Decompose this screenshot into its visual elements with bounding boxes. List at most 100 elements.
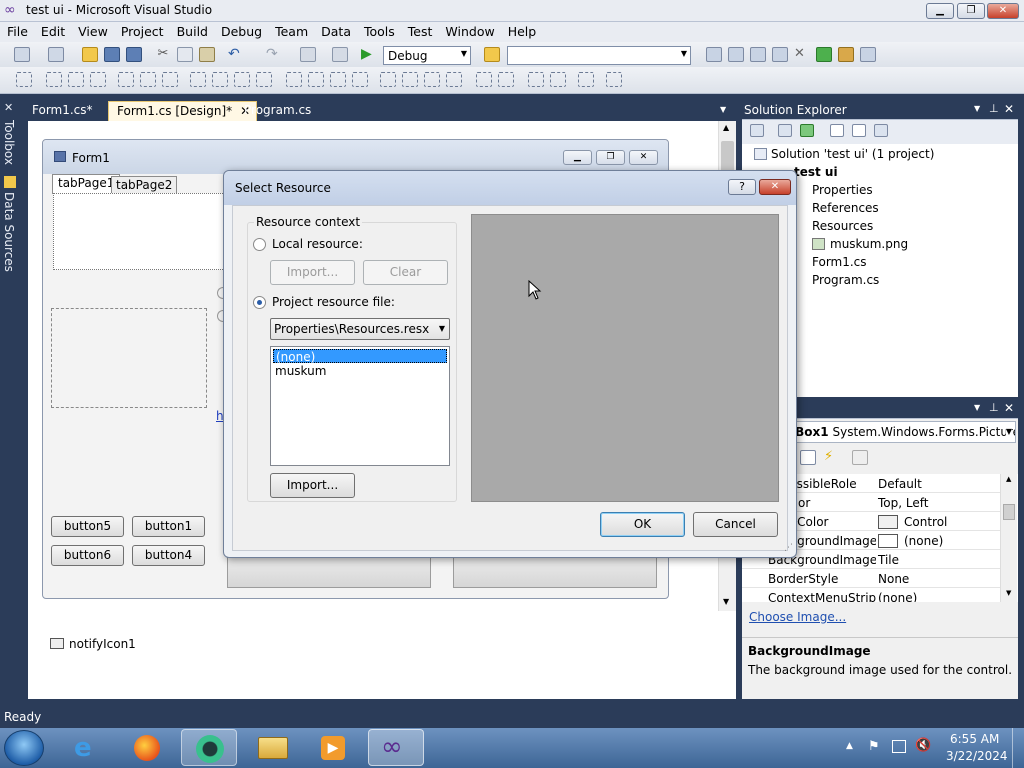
form-close-button[interactable]: ✕ (629, 150, 658, 165)
group-panel-2[interactable] (453, 556, 657, 588)
solution-config-select[interactable]: Debug ▼ (383, 46, 471, 65)
v-spacing-remove-icon[interactable] (446, 72, 462, 87)
minimize-button[interactable]: ▁ (926, 3, 954, 19)
cut-icon[interactable]: ✂ (155, 47, 171, 62)
v-spacing-increase-icon[interactable] (402, 72, 418, 87)
notify-icon-component[interactable]: notifyIcon1 (69, 637, 136, 651)
alphabetical-icon[interactable] (800, 450, 816, 465)
v-spacing-decrease-icon[interactable] (424, 72, 440, 87)
show-hidden-icons-icon[interactable]: ▲ (846, 741, 853, 751)
tab-program[interactable]: Program.cs (236, 101, 319, 121)
tree-item-references[interactable]: References (812, 201, 879, 215)
align-centers-icon[interactable] (68, 72, 84, 87)
center-vertically-icon[interactable] (498, 72, 514, 87)
property-pages-icon[interactable] (852, 450, 868, 465)
paste-icon[interactable] (199, 47, 215, 62)
button1[interactable]: button1 (132, 516, 205, 537)
copy-icon[interactable] (177, 47, 193, 62)
form-minimize-button[interactable]: ▁ (563, 150, 592, 165)
picture-box[interactable] (51, 308, 207, 408)
project-resource-radio[interactable] (253, 296, 266, 309)
dialog-help-button[interactable]: ? (728, 179, 756, 195)
scroll-up-icon[interactable]: ▲ (1006, 475, 1011, 483)
auto-hide-pin-icon[interactable]: ⊥ (989, 401, 999, 414)
save-icon[interactable] (104, 47, 120, 62)
start-button[interactable] (4, 730, 44, 766)
button6[interactable]: button6 (51, 545, 124, 566)
volume-muted-icon[interactable]: 🔇 (915, 738, 931, 753)
tab-order-icon[interactable] (578, 72, 594, 87)
resource-file-select[interactable]: Properties\Resources.resx ▼ (270, 318, 450, 340)
start-debug-icon[interactable]: ▶ (361, 47, 377, 62)
scroll-down-icon[interactable]: ▼ (1006, 589, 1011, 597)
form-maximize-button[interactable]: ❐ (596, 150, 625, 165)
taskbar-visual-studio[interactable]: ∞ (368, 729, 424, 766)
refresh-icon[interactable] (800, 124, 814, 137)
navigate-forward-icon[interactable] (332, 47, 348, 62)
property-row[interactable]: ContextMenuStrip (none) (742, 588, 1000, 602)
make-same-width-icon[interactable] (190, 72, 206, 87)
property-grid-scrollbar[interactable]: ▲ ▼ (1000, 474, 1017, 602)
h-spacing-decrease-icon[interactable] (330, 72, 346, 87)
make-same-size-icon[interactable] (234, 72, 250, 87)
tab-control[interactable]: tabPage1 tabPage2 (51, 174, 251, 272)
cancel-button[interactable]: Cancel (693, 512, 778, 537)
menu-debug[interactable]: Debug (214, 22, 268, 39)
choose-image-link[interactable]: Choose Image... (749, 610, 846, 624)
dialog-close-button[interactable]: ✕ (759, 179, 791, 195)
tree-item-properties[interactable]: Properties (812, 183, 873, 197)
tab-page-2[interactable]: tabPage2 (111, 176, 178, 194)
menu-edit[interactable]: Edit (34, 22, 71, 39)
show-all-files-icon[interactable] (778, 124, 792, 137)
export-icon[interactable] (816, 47, 832, 62)
class-diagram-icon[interactable] (874, 124, 888, 137)
h-spacing-increase-icon[interactable] (308, 72, 324, 87)
menu-tools[interactable]: Tools (357, 22, 401, 39)
navigate-back-icon[interactable] (300, 47, 316, 62)
local-resource-label[interactable]: Local resource: (272, 237, 363, 251)
list-item[interactable]: (none) (273, 349, 447, 364)
center-horizontally-icon[interactable] (476, 72, 492, 87)
close-pane-icon[interactable]: ✕ (1004, 401, 1014, 415)
tab-list-dropdown-icon[interactable]: ▼ (720, 105, 726, 114)
v-spacing-equal-icon[interactable] (380, 72, 396, 87)
undo-icon[interactable]: ↶ (228, 47, 244, 62)
redo-icon[interactable]: ↷ (266, 47, 282, 62)
menu-window[interactable]: Window (438, 22, 500, 39)
align-bottoms-icon[interactable] (162, 72, 178, 87)
window-position-icon[interactable]: ▼ (974, 403, 980, 412)
action-center-flag-icon[interactable]: ⚑ (868, 739, 880, 754)
tree-item-solution[interactable]: Solution 'test ui' (1 project) (754, 147, 934, 161)
align-middles-icon[interactable] (140, 72, 156, 87)
window-layout-icon[interactable] (860, 47, 876, 62)
taskbar-media-player[interactable] (181, 729, 237, 766)
tree-item-muskum-png[interactable]: muskum.png (812, 237, 908, 251)
tree-item-project[interactable]: test ui (794, 165, 838, 179)
extension-icon[interactable] (838, 47, 854, 62)
align-rights-icon[interactable] (90, 72, 106, 87)
menu-file[interactable]: File (0, 22, 34, 39)
tree-item-program[interactable]: Program.cs (812, 273, 879, 287)
scroll-down-icon[interactable]: ▼ (723, 597, 729, 606)
size-to-grid-icon[interactable] (256, 72, 272, 87)
menu-data[interactable]: Data (314, 22, 357, 39)
save-all-icon[interactable] (126, 47, 142, 62)
menu-view[interactable]: View (71, 22, 114, 39)
local-resource-radio[interactable] (253, 238, 266, 251)
platform-select[interactable]: ▼ (507, 46, 691, 65)
properties-icon[interactable] (728, 47, 744, 62)
bring-to-front-icon[interactable] (528, 72, 544, 87)
add-item-icon[interactable] (48, 47, 64, 62)
find-in-files-icon[interactable] (484, 47, 500, 62)
button5[interactable]: button5 (51, 516, 124, 537)
taskbar-firefox[interactable] (120, 729, 176, 766)
close-pane-icon[interactable]: ✕ (1004, 102, 1014, 116)
new-project-icon[interactable] (14, 47, 30, 62)
menu-project[interactable]: Project (114, 22, 170, 39)
clear-button[interactable]: Clear (363, 260, 448, 285)
align-lefts-icon[interactable] (46, 72, 62, 87)
events-icon[interactable]: ⚡ (824, 449, 840, 464)
tab-form1-code[interactable]: Form1.cs* (24, 101, 101, 121)
data-sources-tab[interactable]: Data Sources (2, 192, 16, 272)
taskbar-media-center[interactable]: ▶ (305, 729, 361, 766)
